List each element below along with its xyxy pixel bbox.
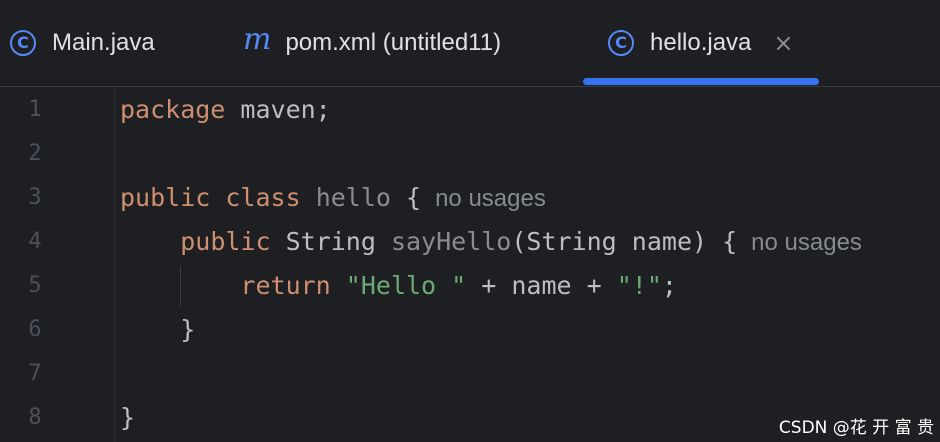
- expression: + name +: [466, 271, 617, 300]
- tab-label: Main.java: [52, 29, 155, 56]
- usages-hint[interactable]: no usages: [435, 185, 546, 212]
- keyword: class: [225, 183, 301, 212]
- code-line-3: public class hello { no usages: [120, 176, 940, 220]
- package-name: maven;: [225, 95, 331, 124]
- code-line-1: package maven;: [120, 88, 940, 132]
- string-literal: "Hello ": [345, 271, 467, 300]
- code-line-4: public String sayHello(String name) { no …: [120, 220, 940, 264]
- tab-pom-xml[interactable]: m pom.xml (untitled11): [243, 0, 501, 86]
- line-number: 8: [28, 405, 42, 430]
- closing-brace: }: [120, 403, 136, 432]
- brace: {: [390, 183, 422, 212]
- java-class-icon: C: [608, 30, 634, 56]
- keyword: public: [180, 227, 271, 256]
- code-editor: C Main.java m pom.xml (untitled11) C hel…: [0, 0, 940, 442]
- active-tab-indicator: [583, 78, 819, 85]
- line-number: 5: [28, 273, 42, 298]
- code-text-area[interactable]: package maven; public class hello { no us…: [120, 88, 940, 440]
- keyword: public: [120, 183, 211, 212]
- close-icon[interactable]: ×: [773, 29, 793, 57]
- line-number-gutter: 1 2 3 4 5 6 7 8: [0, 88, 70, 440]
- usages-hint[interactable]: no usages: [751, 229, 862, 256]
- method-params: (String name) {: [511, 227, 738, 256]
- line-number: 4: [28, 229, 42, 254]
- tab-main-java[interactable]: C Main.java: [10, 0, 155, 86]
- line-number: 3: [28, 185, 42, 210]
- return-type: String: [270, 227, 391, 256]
- maven-icon: m: [243, 22, 272, 57]
- gutter-divider: [114, 88, 115, 442]
- string-literal: "!": [616, 271, 662, 300]
- watermark: CSDN @花 开 富 贵: [778, 418, 934, 438]
- keyword: package: [120, 95, 226, 124]
- line-number: 1: [28, 97, 42, 122]
- semicolon: ;: [661, 271, 677, 300]
- line-number: 7: [28, 361, 42, 386]
- keyword: return: [240, 271, 331, 300]
- line-number: 2: [28, 141, 42, 166]
- method-name: sayHello: [390, 227, 512, 256]
- tab-label: hello.java: [650, 29, 752, 56]
- line-number: 6: [28, 317, 42, 342]
- tab-label: pom.xml (untitled11): [285, 29, 502, 56]
- tab-hello-java[interactable]: C hello.java ×: [608, 0, 794, 86]
- code-line-6: }: [120, 308, 940, 352]
- java-class-icon: C: [10, 30, 36, 56]
- class-name: hello: [315, 183, 391, 212]
- code-line-5: return "Hello " + name + "!";: [120, 264, 940, 308]
- editor-tab-bar: C Main.java m pom.xml (untitled11) C hel…: [0, 0, 940, 87]
- closing-brace: }: [120, 315, 196, 344]
